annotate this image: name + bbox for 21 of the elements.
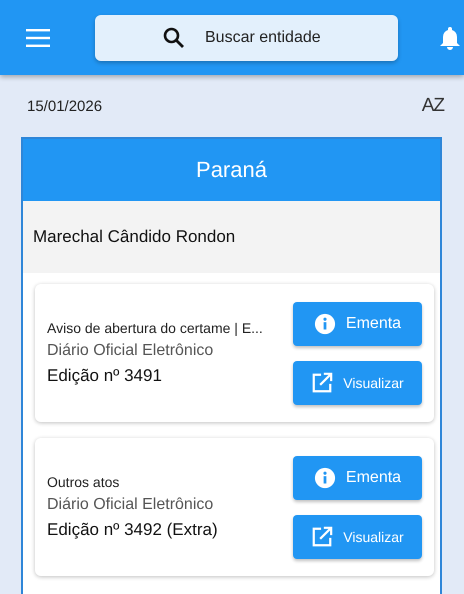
publication-title: Outros atos [47,474,120,490]
external-link-icon [311,526,334,548]
edition-number: Edição nº 3492 (Extra) [47,520,218,540]
info-icon [314,466,336,488]
info-icon [314,312,336,334]
menu-icon[interactable] [26,28,50,46]
view-button[interactable]: Visualizar [293,360,422,404]
edition-number: Edição nº 3491 [47,366,163,386]
date-text: 15/01/2026 [27,98,102,114]
bell-icon[interactable] [440,26,460,50]
publication-title: Aviso de abertura do certame | E... [47,320,263,336]
ementa-button[interactable]: Ementa [293,302,422,346]
ementa-button[interactable]: Ementa [293,456,422,500]
external-link-icon [311,372,334,394]
sort-button[interactable]: AZ [422,95,444,117]
city-row: Marechal Cândido Rondon [23,201,440,273]
search-field[interactable]: Buscar entidade [95,14,398,60]
view-button[interactable]: Visualizar [293,514,422,558]
publication-source: Diário Oficial Eletrônico [47,342,214,360]
publication-source: Diário Oficial Eletrônico [47,496,214,514]
state-header: Paraná [23,139,440,201]
